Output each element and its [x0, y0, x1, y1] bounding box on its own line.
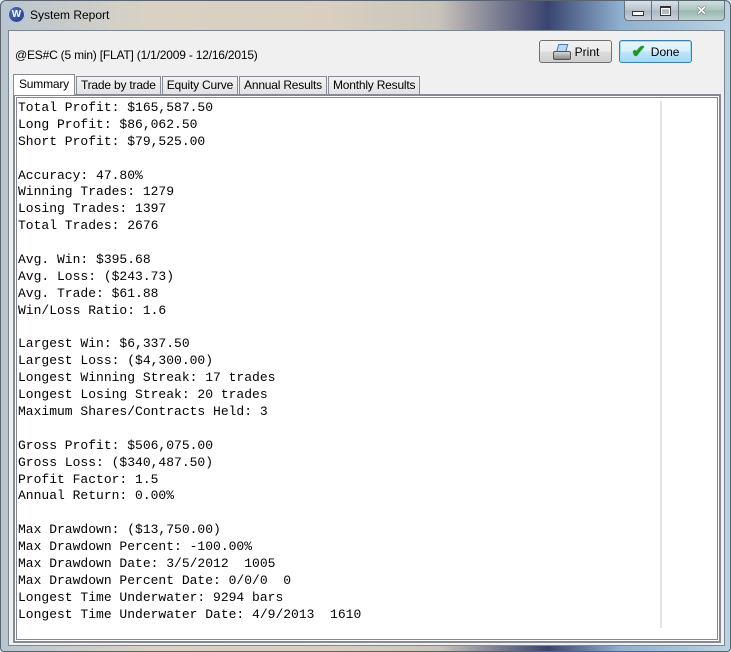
minimize-button[interactable]	[624, 1, 652, 21]
summary-report-text: Total Profit: $165,587.50 Long Profit: $8…	[18, 100, 361, 624]
report-line: Longest Time Underwater: 9294 bars	[18, 589, 284, 605]
report-line: Avg. Win: $395.68	[18, 252, 151, 268]
caption-buttons: ✕	[624, 1, 725, 21]
report-line	[18, 151, 361, 168]
report-line: Gross Loss: ($340,487.50)	[18, 454, 214, 470]
summary-panel: Total Profit: $165,587.50 Long Profit: $8…	[13, 94, 721, 643]
report-line: Longest Winning Streak: 17 trades	[18, 370, 276, 386]
report-line: Longest Losing Streak: 20 trades	[18, 387, 268, 403]
maximize-icon	[659, 5, 671, 16]
tab-equity-curve[interactable]: Equity Curve	[161, 76, 239, 94]
report-line: Annual Return: 0.00%	[18, 488, 175, 504]
print-label: Print	[574, 44, 600, 59]
tab-trade-by-trade[interactable]: Trade by trade	[75, 76, 161, 94]
report-subtitle: @ES#C (5 min) [FLAT] (1/1/2009 - 12/16/2…	[15, 48, 258, 62]
report-line	[18, 505, 361, 522]
report-line: Total Trades: 2676	[18, 218, 159, 234]
tab-summary[interactable]: Summary	[13, 74, 75, 95]
report-line: Accuracy: 47.80%	[18, 167, 143, 183]
maximize-button[interactable]	[652, 1, 679, 21]
client-area: @ES#C (5 min) [FLAT] (1/1/2009 - 12/16/2…	[8, 30, 725, 646]
report-line: Largest Loss: ($4,300.00)	[18, 353, 214, 369]
report-line: Losing Trades: 1397	[18, 201, 167, 217]
report-line: Win/Loss Ratio: 1.6	[18, 302, 167, 318]
report-line: Avg. Loss: ($243.73)	[18, 268, 175, 284]
printer-icon	[552, 43, 571, 60]
done-label: Done	[650, 44, 680, 59]
title-bar[interactable]: W System Report ✕	[1, 1, 730, 30]
tab-monthly-results[interactable]: Monthly Results	[327, 76, 421, 94]
report-line: Long Profit: $86,062.50	[18, 116, 198, 132]
report-line: Max Drawdown: ($13,750.00)	[18, 522, 221, 538]
right-margin-guide	[660, 101, 662, 628]
report-line: Max Drawdown Percent Date: 0/0/0 0	[18, 572, 292, 588]
report-line: Short Profit: $79,525.00	[18, 133, 206, 149]
report-line	[18, 320, 361, 337]
report-line	[18, 421, 361, 438]
checkmark-icon: ✔	[631, 42, 646, 61]
report-line: Max Drawdown Percent: -100.00%	[18, 539, 253, 555]
close-button[interactable]: ✕	[679, 1, 725, 21]
report-tabs: Summary Trade by trade Equity Curve Annu…	[13, 74, 421, 95]
report-line: Maximum Shares/Contracts Held: 3	[18, 404, 268, 420]
report-line: Profit Factor: 1.5	[18, 471, 159, 487]
system-report-window: W System Report ✕ @ES#C (5 min) [FLAT] (…	[0, 0, 731, 652]
report-line: Gross Profit: $506,075.00	[18, 437, 214, 453]
report-line: Avg. Trade: $61.88	[18, 285, 159, 301]
close-icon: ✕	[696, 2, 707, 18]
report-line	[18, 235, 361, 252]
minimize-icon	[632, 11, 644, 16]
print-button[interactable]: Print	[539, 40, 612, 63]
app-logo-icon[interactable]: W	[8, 6, 25, 23]
report-line: Longest Time Underwater Date: 4/9/2013 1…	[18, 606, 362, 622]
report-line: Max Drawdown Date: 3/5/2012 1005	[18, 556, 276, 572]
report-line: Total Profit: $165,587.50	[18, 100, 214, 115]
summary-text-area[interactable]: Total Profit: $165,587.50 Long Profit: $8…	[16, 97, 718, 640]
done-button[interactable]: ✔ Done	[619, 40, 692, 63]
window-title: System Report	[30, 8, 110, 22]
report-line: Largest Win: $6,337.50	[18, 336, 190, 352]
report-line: Winning Trades: 1279	[18, 184, 175, 200]
tab-annual-results[interactable]: Annual Results	[239, 76, 327, 94]
